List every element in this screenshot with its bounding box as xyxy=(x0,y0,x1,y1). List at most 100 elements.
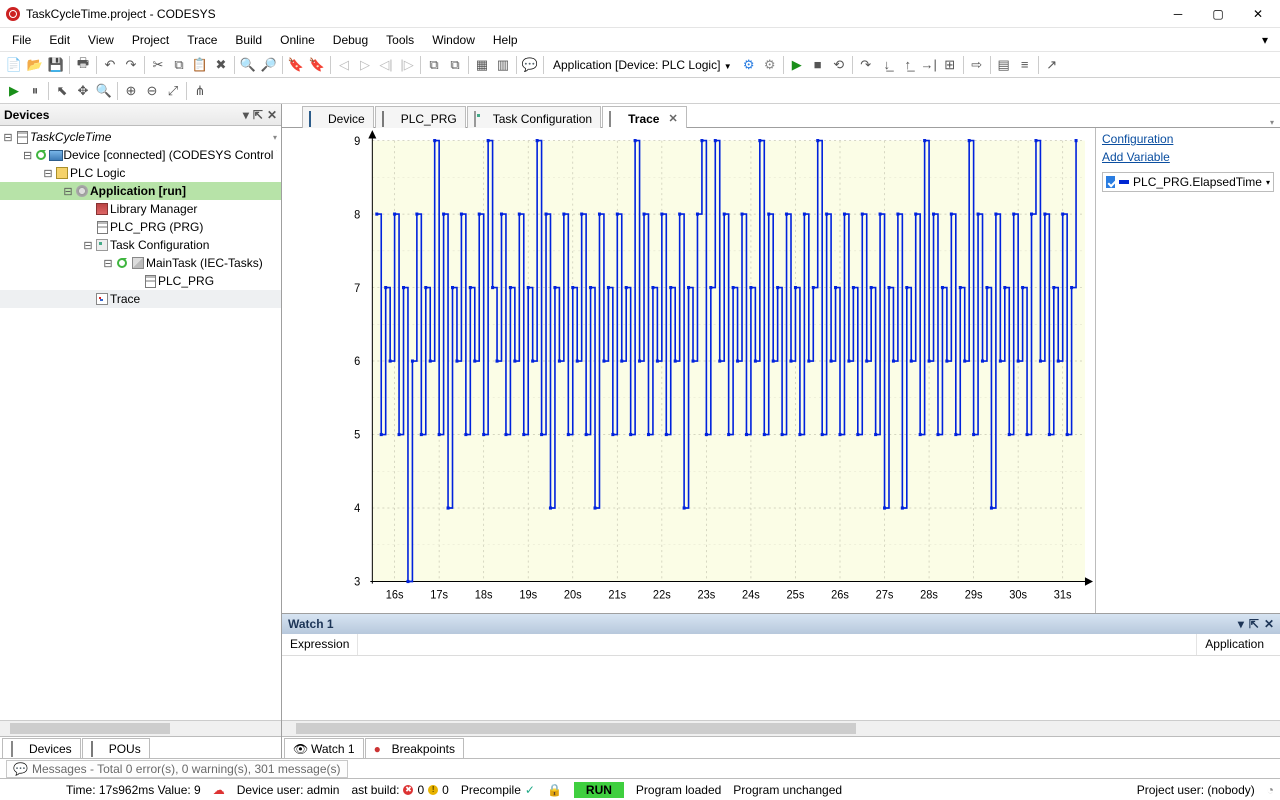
link-add-variable[interactable]: Add Variable xyxy=(1102,150,1274,164)
zoom-icon[interactable]: 🔍 xyxy=(94,81,114,101)
tb-misc1-icon[interactable]: ⊞ xyxy=(940,55,960,75)
trace-ctrl-icon[interactable]: ⋔ xyxy=(190,81,210,101)
menu-help[interactable]: Help xyxy=(485,31,526,49)
copy-ref2-icon[interactable]: ⧉ xyxy=(445,55,465,75)
tab-close-icon[interactable]: ✕ xyxy=(668,112,677,125)
cloud-icon[interactable]: ☁ xyxy=(213,783,225,797)
minimize-button[interactable]: ─ xyxy=(1158,1,1198,27)
watch-scrollbar[interactable] xyxy=(282,720,1280,736)
twisty-icon[interactable]: ⊟ xyxy=(82,239,94,252)
comment-icon[interactable]: 💬 xyxy=(520,55,540,75)
menu-file[interactable]: File xyxy=(4,31,39,49)
tb-misc4-icon[interactable]: ≡ xyxy=(1015,55,1035,75)
delete-icon[interactable]: ✖ xyxy=(211,55,231,75)
copy-icon[interactable]: ⧉ xyxy=(169,55,189,75)
tree-plcprg2[interactable]: PLC_PRG xyxy=(158,274,214,288)
pane-close-icon[interactable]: ✕ xyxy=(267,108,277,122)
zoom-in-icon[interactable]: ⊕ xyxy=(121,81,141,101)
reset-icon[interactable]: ⟲ xyxy=(829,55,849,75)
tree-maintask[interactable]: MainTask (IEC-Tasks) xyxy=(146,256,263,270)
menu-project[interactable]: Project xyxy=(124,31,177,49)
watch-columns[interactable]: Expression Application xyxy=(282,634,1280,656)
legend-row[interactable]: PLC_PRG.ElapsedTime ▾ xyxy=(1102,172,1274,192)
tree-project-menu-icon[interactable]: ▾ xyxy=(273,133,277,142)
watch-close-icon[interactable]: ✕ xyxy=(1264,617,1274,631)
legend-menu-icon[interactable]: ▾ xyxy=(1266,178,1270,187)
box-icon[interactable]: ▦ xyxy=(472,55,492,75)
trace-pause-icon[interactable]: ⏸ xyxy=(25,81,45,101)
menu-window[interactable]: Window xyxy=(424,31,483,49)
cut-icon[interactable]: ✂ xyxy=(148,55,168,75)
paste-icon[interactable]: 📋 xyxy=(190,55,210,75)
tab-watch1[interactable]: 👁Watch 1 xyxy=(284,738,364,758)
cursor-icon[interactable]: ⬉ xyxy=(52,81,72,101)
open-icon[interactable]: 📂 xyxy=(25,55,45,75)
login-icon[interactable]: ⚙ xyxy=(739,55,759,75)
tree-scrollbar[interactable] xyxy=(0,720,281,736)
trace-run-icon[interactable]: ▶ xyxy=(4,81,24,101)
zoom-out-icon[interactable]: ⊖ xyxy=(142,81,162,101)
tab-taskcfg[interactable]: Task Configuration xyxy=(467,106,601,128)
undo-icon[interactable]: ↶ xyxy=(100,55,120,75)
nav-back-icon[interactable]: ◁ xyxy=(334,55,354,75)
step-out-icon[interactable]: ↑̲ xyxy=(898,55,918,75)
tab-device[interactable]: Device xyxy=(302,106,374,128)
twisty-icon[interactable]: ⊟ xyxy=(42,167,54,180)
tree-device[interactable]: Device [connected] (CODESYS Control Wi xyxy=(63,148,277,162)
twisty-icon[interactable]: ⊟ xyxy=(102,257,114,270)
tab-devices[interactable]: Devices xyxy=(2,738,81,758)
lock-icon[interactable]: 🔒 xyxy=(547,783,562,797)
watch-pin-icon[interactable]: ⇱ xyxy=(1249,617,1259,631)
find-icon[interactable]: 🔍 xyxy=(238,55,258,75)
twisty-icon[interactable]: ⊟ xyxy=(2,131,14,144)
tree-prg[interactable]: PLC_PRG (PRG) xyxy=(110,220,203,234)
menu-tools[interactable]: Tools xyxy=(378,31,422,49)
trace-chart[interactable]: 345678916s17s18s19s20s21s22s23s24s25s26s… xyxy=(282,128,1095,613)
tb-misc2-icon[interactable]: ⇨ xyxy=(967,55,987,75)
tree-plclogic[interactable]: PLC Logic xyxy=(70,166,125,180)
twisty-icon[interactable]: ⊟ xyxy=(22,149,33,162)
bookmark-next-icon[interactable]: 🔖 xyxy=(307,55,327,75)
pan-icon[interactable]: ✥ xyxy=(73,81,93,101)
copy-ref-icon[interactable]: ⧉ xyxy=(424,55,444,75)
tree-taskcfg[interactable]: Task Configuration xyxy=(110,238,209,252)
watch-body[interactable] xyxy=(282,656,1280,720)
col-application[interactable]: Application xyxy=(1196,634,1280,655)
menu-edit[interactable]: Edit xyxy=(41,31,78,49)
run-to-icon[interactable]: →| xyxy=(919,55,939,75)
new-icon[interactable]: 📄 xyxy=(4,55,24,75)
zoom-fit-icon[interactable]: ⤢ xyxy=(163,81,183,101)
col-expression[interactable]: Expression xyxy=(282,634,358,655)
link-configuration[interactable]: Configuration xyxy=(1102,132,1274,146)
menu-view[interactable]: View xyxy=(80,31,122,49)
tab-trace[interactable]: Trace✕ xyxy=(602,106,687,128)
twisty-icon[interactable]: ⊟ xyxy=(62,185,74,198)
find-next-icon[interactable]: 🔎 xyxy=(259,55,279,75)
run-icon[interactable]: ▶ xyxy=(787,55,807,75)
device-tree[interactable]: ⊟ TaskCycleTime ▾ ⊟ Device [connected] (… xyxy=(0,126,281,720)
tab-plcprg[interactable]: PLC_PRG xyxy=(375,106,466,128)
pane-pin-icon[interactable]: ⇱ xyxy=(253,108,263,122)
pane-menu-icon[interactable]: ▾ xyxy=(243,108,249,122)
tree-trace[interactable]: Trace xyxy=(110,292,140,306)
tab-pous[interactable]: POUs xyxy=(82,738,150,758)
messages-summary[interactable]: 💬Messages - Total 0 error(s), 0 warning(… xyxy=(6,760,348,778)
app-context[interactable]: Application [Device: PLC Logic] ▼ xyxy=(547,58,738,72)
menu-build[interactable]: Build xyxy=(227,31,270,49)
bookmark-icon[interactable]: 🔖 xyxy=(286,55,306,75)
legend-checkbox[interactable] xyxy=(1106,176,1115,188)
tab-breakpoints[interactable]: ●Breakpoints xyxy=(365,738,464,758)
tree-application[interactable]: Application [run] xyxy=(90,184,186,198)
editor-overflow-icon[interactable]: ▾ xyxy=(1264,118,1280,127)
nav-next-icon[interactable]: |▷ xyxy=(397,55,417,75)
menu-online[interactable]: Online xyxy=(272,31,323,49)
print-icon[interactable]: 🖶 xyxy=(73,55,93,75)
status-corner-icon[interactable]: ◔ xyxy=(1267,783,1274,797)
logout-icon[interactable]: ⚙ xyxy=(760,55,780,75)
menu-trace[interactable]: Trace xyxy=(179,31,225,49)
close-button[interactable]: ✕ xyxy=(1238,1,1278,27)
nav-prev-icon[interactable]: ◁| xyxy=(376,55,396,75)
box2-icon[interactable]: ▥ xyxy=(493,55,513,75)
step-into-icon[interactable]: ↓̲ xyxy=(877,55,897,75)
stop-icon[interactable]: ■ xyxy=(808,55,828,75)
